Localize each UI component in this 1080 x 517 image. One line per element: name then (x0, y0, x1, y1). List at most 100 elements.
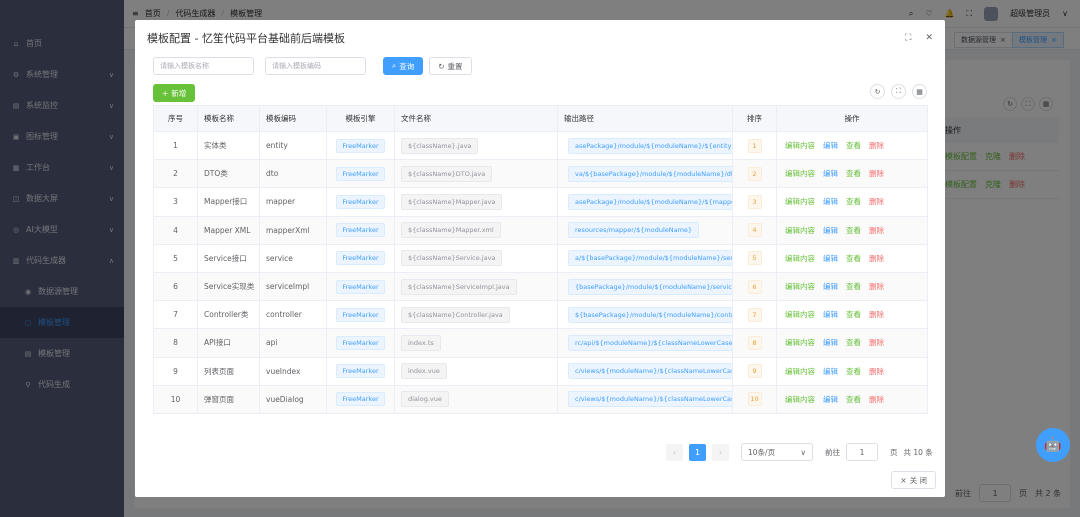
cell-sort: 2 (732, 159, 777, 189)
cell-template-code: dto (259, 159, 327, 189)
dialog-title: 模板配置 - 忆笙代码平台基础前后端模板 (147, 32, 345, 45)
cell-template-name: Mapper接口 (197, 187, 260, 217)
close-icon: × (900, 475, 907, 485)
delete-link[interactable]: 删除 (869, 367, 884, 376)
cell-actions: 编辑内容 编辑 查看 删除 (776, 357, 928, 386)
edit-link[interactable]: 编辑 (823, 254, 838, 263)
edit-link[interactable]: 编辑 (823, 282, 838, 291)
output-path-tag: va/${basePackage}/module/${moduleName}/d… (568, 165, 732, 182)
view-link[interactable]: 查看 (846, 197, 861, 206)
maximize-icon[interactable]: ⛶ (905, 33, 911, 43)
query-button[interactable]: ⌕ 查询 (383, 57, 424, 75)
cell-output-path: va/${basePackage}/module/${moduleName}/d… (557, 159, 733, 189)
view-link[interactable]: 查看 (846, 367, 861, 376)
cell-engine: FreeMarker (326, 131, 395, 161)
edit-content-link[interactable]: 编辑内容 (785, 254, 815, 263)
pagination: ‹ 1 › 10条/页 ∨ 前往 1 页 共 10 条 (666, 443, 933, 461)
reset-button[interactable]: ↻ 重置 (429, 57, 472, 75)
view-link[interactable]: 查看 (846, 226, 861, 235)
edit-link[interactable]: 编辑 (823, 310, 838, 319)
cell-file-name: index.vue (394, 357, 558, 386)
view-link[interactable]: 查看 (846, 282, 861, 291)
refresh-icon[interactable]: ↻ (870, 84, 885, 99)
page-number-button[interactable]: 1 (689, 443, 706, 461)
edit-content-link[interactable]: 编辑内容 (785, 338, 815, 347)
edit-content-link[interactable]: 编辑内容 (785, 310, 815, 319)
cell-engine: FreeMarker (326, 244, 395, 273)
view-link[interactable]: 查看 (846, 169, 861, 178)
delete-link[interactable]: 删除 (869, 254, 884, 263)
page-size-select[interactable]: 10条/页 ∨ (741, 443, 813, 461)
sort-tag: 7 (747, 307, 762, 322)
cell-sort: 1 (732, 131, 777, 161)
sort-tag: 10 (747, 392, 762, 407)
cell-index: 5 (153, 244, 198, 273)
cell-output-path: c/views/${moduleName}/${classNameLowerCa… (557, 357, 733, 386)
edit-content-link[interactable]: 编辑内容 (785, 197, 815, 206)
cell-actions: 编辑内容 编辑 查看 删除 (776, 272, 928, 302)
edit-content-link[interactable]: 编辑内容 (785, 169, 815, 178)
engine-tag: FreeMarker (336, 194, 385, 209)
refresh-icon: ↻ (438, 61, 445, 71)
cell-actions: 编辑内容 编辑 查看 删除 (776, 244, 928, 273)
close-dialog-button[interactable]: × 关 闭 (891, 471, 936, 489)
view-link[interactable]: 查看 (846, 338, 861, 347)
cell-actions: 编辑内容 编辑 查看 删除 (776, 187, 928, 217)
view-link[interactable]: 查看 (846, 254, 861, 263)
close-icon[interactable]: ✕ (925, 33, 933, 43)
edit-link[interactable]: 编辑 (823, 226, 838, 235)
column-header: 序号 (153, 105, 198, 132)
view-link[interactable]: 查看 (846, 310, 861, 319)
table-row: 3 Mapper接口 mapper FreeMarker ${className}Map… (153, 187, 928, 217)
cell-output-path: asePackage}/module/${moduleName}/${entit… (557, 131, 733, 161)
delete-link[interactable]: 删除 (869, 395, 884, 404)
cell-engine: FreeMarker (326, 187, 395, 217)
edit-content-link[interactable]: 编辑内容 (785, 282, 815, 291)
delete-link[interactable]: 删除 (869, 197, 884, 206)
prev-page-button[interactable]: ‹ (666, 443, 683, 461)
goto-page-input[interactable]: 1 (846, 443, 878, 461)
cell-file-name: ${className}Mapper.java (394, 187, 558, 217)
edit-link[interactable]: 编辑 (823, 169, 838, 178)
file-name-tag: dialog.vue (401, 391, 449, 408)
delete-link[interactable]: 删除 (869, 310, 884, 319)
delete-link[interactable]: 删除 (869, 282, 884, 291)
page-unit: 页 (890, 447, 898, 457)
template-name-input[interactable]: 请输入模板名称 (153, 57, 254, 75)
engine-tag: FreeMarker (336, 364, 385, 379)
edit-content-link[interactable]: 编辑内容 (785, 395, 815, 404)
assistant-robot-icon[interactable]: 🤖 (1036, 428, 1070, 462)
cell-sort: 4 (732, 216, 777, 245)
sort-tag: 8 (747, 335, 762, 350)
cell-template-name: Controller类 (197, 300, 260, 330)
column-header: 排序 (732, 105, 777, 132)
edit-link[interactable]: 编辑 (823, 141, 838, 150)
edit-content-link[interactable]: 编辑内容 (785, 226, 815, 235)
engine-tag: FreeMarker (336, 279, 385, 294)
search-bar: 请输入模板名称 请输入模板编码 ⌕ 查询 ↻ 重置 (153, 57, 472, 75)
view-link[interactable]: 查看 (846, 395, 861, 404)
edit-link[interactable]: 编辑 (823, 367, 838, 376)
edit-content-link[interactable]: 编辑内容 (785, 367, 815, 376)
cell-engine: FreeMarker (326, 357, 395, 386)
view-link[interactable]: 查看 (846, 141, 861, 150)
edit-content-link[interactable]: 编辑内容 (785, 141, 815, 150)
table-row: 10 弹窗页面 vueDialog FreeMarker dialog.vue c/vie… (153, 385, 928, 414)
search-icon: ⌕ (392, 61, 397, 70)
delete-link[interactable]: 删除 (869, 141, 884, 150)
fullscreen-icon[interactable]: ⛶ (891, 84, 906, 99)
add-button[interactable]: + 新增 (153, 84, 196, 102)
edit-link[interactable]: 编辑 (823, 338, 838, 347)
columns-icon[interactable]: ▦ (912, 84, 927, 99)
delete-link[interactable]: 删除 (869, 169, 884, 178)
cell-sort: 6 (732, 272, 777, 302)
next-page-button[interactable]: › (712, 443, 729, 461)
delete-link[interactable]: 删除 (869, 338, 884, 347)
total-count: 共 10 条 (903, 447, 933, 457)
template-code-input[interactable]: 请输入模板编码 (265, 57, 366, 75)
table-tools: ↻ ⛶ ▦ (870, 84, 927, 99)
edit-link[interactable]: 编辑 (823, 197, 838, 206)
delete-link[interactable]: 删除 (869, 226, 884, 235)
edit-link[interactable]: 编辑 (823, 395, 838, 404)
file-name-tag: ${className}DTO.java (401, 165, 493, 182)
